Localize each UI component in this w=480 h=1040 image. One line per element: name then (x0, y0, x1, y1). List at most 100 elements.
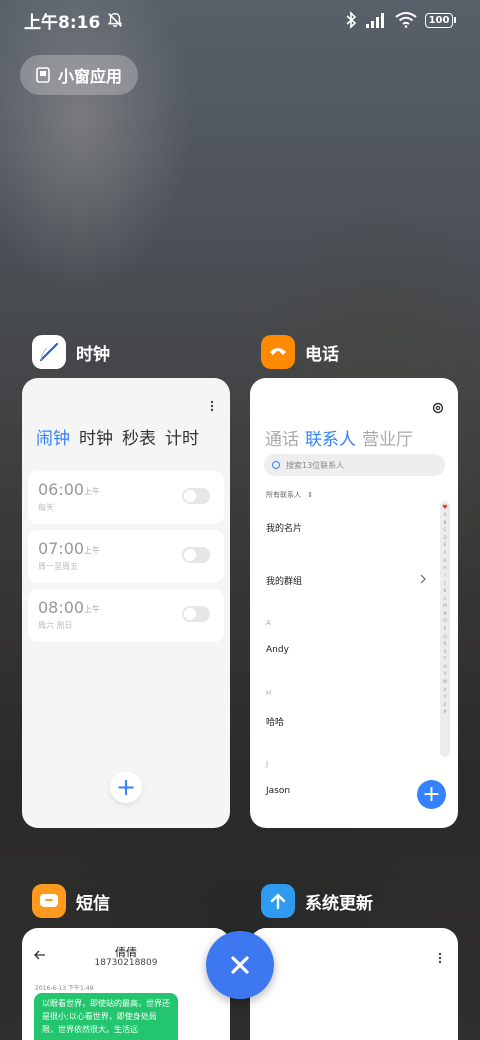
alpha-index-item: Y (443, 695, 447, 701)
alpha-index-item: H (443, 566, 447, 572)
alpha-index-item: C (443, 528, 447, 534)
sms-app-name: 短信 (76, 893, 110, 914)
my-groups-row[interactable]: 我的群组 (266, 574, 302, 587)
section-letter: A (266, 619, 271, 627)
alarm-time: 07:00 (38, 539, 85, 558)
alpha-index-item: J (444, 581, 446, 587)
alpha-index-item: L (443, 596, 447, 602)
alpha-index-item: B (443, 520, 447, 526)
alarm-item[interactable]: 08:00 上午 周六 周日 (28, 589, 224, 642)
battery-level: 100 (428, 14, 450, 26)
alpha-index-item: G (443, 558, 447, 564)
tab-business-hall[interactable]: 营业厅 (362, 425, 413, 450)
alpha-index-item: W (442, 680, 448, 686)
phone-app-icon (261, 335, 295, 369)
alarm-repeat: 周一至周五 (38, 562, 78, 571)
plus-icon: + (422, 782, 441, 807)
alarm-ampm: 上午 (84, 487, 100, 496)
tab-stopwatch[interactable]: 秒表 (122, 424, 156, 449)
alarm-toggle[interactable] (182, 488, 210, 504)
battery-icon: 100 (425, 12, 456, 28)
alpha-index-item: X (443, 687, 447, 693)
plus-icon: + (115, 773, 137, 801)
clock-app-name: 时钟 (76, 344, 110, 365)
alpha-index-item: I (444, 573, 446, 579)
alphabet-index[interactable]: ♥ A B C D E F G H I J K L M N O P Q R S … (440, 501, 450, 757)
phone-tabs: 通话 联系人 营业厅 (265, 425, 413, 450)
conversation-contact-number: 18730218809 (94, 958, 158, 968)
alarm-repeat: 周六 周日 (38, 621, 73, 630)
update-app-header[interactable]: 系统更新 (261, 884, 373, 918)
search-placeholder: 搜索13位联系人 (286, 460, 345, 470)
alarm-toggle[interactable] (182, 547, 210, 563)
alpha-index-item: S (443, 649, 447, 655)
alarm-repeat: 每天 (38, 503, 54, 512)
section-letter: H (266, 689, 272, 697)
system-update-app-icon (261, 884, 295, 918)
status-time: 上午8:16 (24, 12, 101, 33)
my-card-row[interactable]: 我的名片 (266, 521, 302, 534)
alpha-index-item: E (443, 543, 447, 549)
alarm-toggle[interactable] (182, 606, 210, 622)
message-text: 以眼看世界，即使站的最高，世界还是很小;以心看世界，即使身处局限，世界依然很大。… (42, 999, 170, 1034)
alpha-index-item: K (443, 588, 447, 594)
contact-search-input[interactable]: 搜索13位联系人 (264, 454, 445, 476)
alpha-index-item: Q (443, 634, 447, 640)
phone-app-card[interactable]: 通话 联系人 营业厅 搜索13位联系人 所有联系人 ⇕ 我的名片 我的群组 A … (250, 378, 458, 828)
alpha-index-item: V (443, 672, 447, 678)
clock-app-header[interactable]: 时钟 (32, 335, 110, 369)
alpha-index-item: O (443, 619, 447, 625)
tab-timer[interactable]: 计时 (165, 424, 199, 449)
clock-app-icon (32, 335, 66, 369)
contact-row[interactable]: 哈哈 (266, 715, 284, 728)
alarm-time: 06:00 (38, 480, 85, 499)
alpha-index-item: T (443, 657, 447, 663)
settings-icon[interactable] (432, 402, 444, 414)
mute-bell-icon (108, 12, 123, 28)
message-timestamp: 2016-6-13 下午1:49 (35, 985, 94, 992)
close-icon (231, 956, 249, 974)
system-update-app-card[interactable] (250, 928, 458, 1040)
more-menu-icon[interactable] (438, 952, 442, 964)
tab-clock[interactable]: 时钟 (79, 424, 113, 449)
tab-contacts[interactable]: 联系人 (305, 425, 356, 450)
floating-window-label: 小窗应用 (58, 67, 123, 86)
tab-alarm[interactable]: 闹钟 (36, 424, 70, 449)
bluetooth-icon (346, 11, 357, 29)
alpha-index-item: Z (443, 702, 447, 708)
alpha-index-item: D (443, 535, 447, 541)
more-menu-icon[interactable] (210, 400, 214, 412)
add-alarm-button[interactable]: + (110, 771, 142, 803)
sms-app-header[interactable]: 短信 (32, 884, 110, 918)
phone-app-header[interactable]: 电话 (261, 335, 339, 369)
alpha-index-item: N (443, 611, 447, 617)
alarm-item[interactable]: 07:00 上午 周一至周五 (28, 530, 224, 583)
clock-tabs: 闹钟 时钟 秒表 计时 (36, 424, 199, 449)
message-bubble[interactable]: 以眼看世界，即使站的最高，世界还是很小;以心看世界，即使身处局限，世界依然很大。… (34, 993, 178, 1040)
floating-window-icon (36, 67, 50, 83)
alpha-index-item: U (443, 664, 447, 670)
contact-row[interactable]: Andy (266, 645, 289, 655)
add-contact-button[interactable]: + (417, 780, 446, 809)
floating-window-button[interactable]: 小窗应用 (20, 55, 138, 95)
status-bar: 上午8:16 100 (0, 0, 480, 40)
contact-row[interactable]: Jason (266, 786, 290, 796)
sms-app-card[interactable]: 倩倩 18730218809 2016-6-13 下午1:49 以眼看世界，即使… (22, 928, 230, 1040)
tab-calls[interactable]: 通话 (265, 425, 299, 450)
chevron-right-icon (420, 574, 426, 584)
alpha-index-item: R (443, 642, 447, 648)
alarm-ampm: 上午 (84, 605, 100, 614)
alpha-index-item: ♥ (442, 504, 448, 511)
clear-all-button[interactable] (206, 931, 274, 999)
sms-app-icon (32, 884, 66, 918)
sort-arrows-icon: ⇕ (307, 491, 314, 499)
phone-app-name: 电话 (305, 344, 339, 365)
update-app-name: 系统更新 (305, 893, 373, 914)
clock-app-card[interactable]: 闹钟 时钟 秒表 计时 06:00 上午 每天 07:00 上午 周一至周五 0… (22, 378, 230, 828)
alpha-index-item: # (443, 710, 447, 716)
alarm-ampm: 上午 (84, 546, 100, 555)
search-icon (272, 461, 280, 469)
alarm-item[interactable]: 06:00 上午 每天 (28, 471, 224, 524)
alpha-index-item: P (443, 626, 447, 632)
contacts-filter[interactable]: 所有联系人 ⇕ (266, 490, 313, 500)
